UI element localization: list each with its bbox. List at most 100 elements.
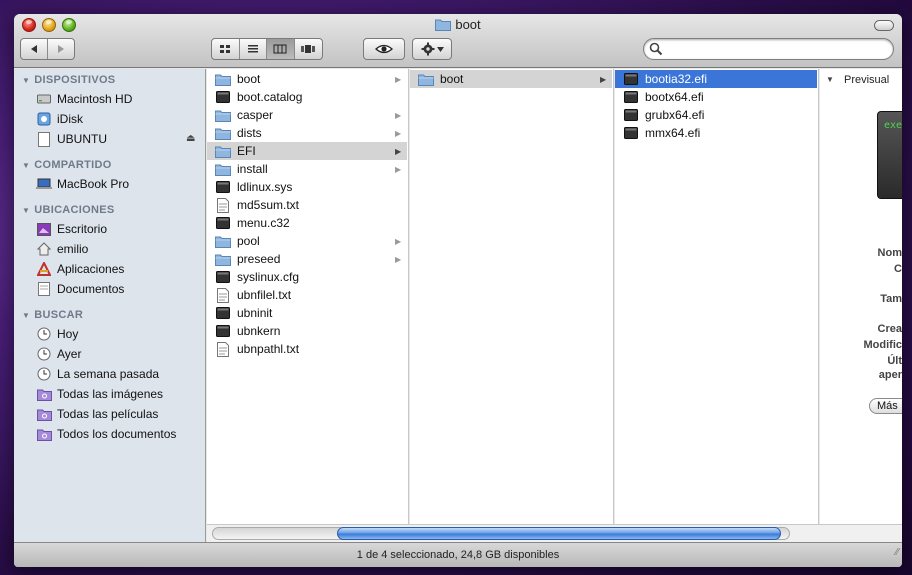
sidebar-item-home[interactable]: emilio	[36, 240, 206, 258]
sidebar-heading-devices[interactable]: ▼ DISPOSITIVOS	[22, 74, 115, 86]
smart-folder-icon	[36, 386, 52, 402]
file-row[interactable]: dists ▶	[207, 124, 407, 142]
eject-icon[interactable]: ⏏	[186, 133, 195, 144]
folder-icon	[215, 251, 231, 267]
sidebar-item-today[interactable]: Hoy	[36, 325, 206, 343]
back-button[interactable]	[21, 39, 48, 59]
forward-button[interactable]	[48, 39, 74, 59]
nav-buttons	[20, 38, 75, 60]
file-row[interactable]: syslinux.cfg	[207, 268, 407, 286]
file-name: ubnfilel.txt	[237, 288, 292, 302]
status-bar: 1 de 4 seleccionado, 24,8 GB disponibles…	[14, 542, 902, 567]
search-icon	[649, 42, 663, 56]
info-label-opened: aper	[878, 369, 902, 381]
quicklook-button-wrap	[363, 38, 405, 60]
chevron-down-icon	[436, 46, 444, 52]
sidebar-item-yesterday[interactable]: Ayer	[36, 345, 206, 363]
search-input[interactable]	[666, 41, 886, 57]
disclosure-arrow-icon: ▶	[395, 74, 402, 84]
sidebar-heading-places[interactable]: ▼ UBICACIONES	[22, 204, 115, 216]
forward-arrow-icon	[57, 45, 64, 53]
sidebar-heading-shared[interactable]: ▼ COMPARTIDO	[22, 159, 112, 171]
icon-view-button[interactable]	[212, 39, 240, 59]
sidebar-item-desktop[interactable]: Escritorio	[36, 220, 206, 238]
file-icon	[215, 305, 231, 321]
resize-grip-icon[interactable]: ⁄⁄	[896, 541, 899, 565]
disclosure-arrow-icon: ▶	[600, 74, 607, 84]
file-row[interactable]: menu.c32	[207, 214, 407, 232]
clock-icon	[36, 326, 52, 342]
more-info-button[interactable]: Más	[869, 398, 902, 414]
file-name: ldlinux.sys	[237, 180, 293, 194]
column-1: boot ▶ boot.catalog casper ▶ dists ▶ EFI ▶ instal…	[207, 69, 409, 542]
disclosure-arrow-icon: ▶	[395, 128, 402, 138]
file-name: syslinux.cfg	[237, 270, 300, 284]
status-text: 1 de 4 seleccionado, 24,8 GB disponibles	[356, 549, 560, 561]
text-file-icon	[215, 197, 231, 213]
info-label-modified: Modific	[863, 339, 903, 351]
column-view-icon	[273, 44, 287, 54]
file-name: install	[237, 162, 268, 176]
folder-icon	[435, 18, 452, 34]
file-row[interactable]: EFI ▶	[207, 142, 407, 160]
preview-pane: ▼ Previsual exe Nom C Tam Crea Modific Ú…	[820, 69, 902, 542]
file-row[interactable]: casper ▶	[207, 106, 407, 124]
sidebar-item-last-week[interactable]: La semana pasada	[36, 365, 206, 383]
coverflow-view-button[interactable]	[295, 39, 322, 59]
eye-icon	[375, 44, 393, 54]
volume-icon	[36, 131, 52, 147]
sidebar-item-all-movies[interactable]: Todas las películas	[36, 405, 206, 423]
file-row[interactable]: mmx64.efi	[615, 124, 817, 142]
text-file-icon	[215, 341, 231, 357]
file-row[interactable]: ubnkern	[207, 322, 407, 340]
sidebar-item-macintosh-hd[interactable]: Macintosh HD	[36, 90, 206, 108]
preview-heading: Previsual	[844, 74, 890, 86]
column-view-button[interactable]	[267, 39, 295, 59]
file-name: grubx64.efi	[645, 108, 705, 122]
file-row[interactable]: ldlinux.sys	[207, 178, 407, 196]
scroll-thumb[interactable]	[337, 527, 781, 540]
sidebar-item-macbook-pro[interactable]: MacBook Pro	[36, 175, 206, 193]
file-row[interactable]: boot.catalog	[207, 88, 407, 106]
file-row[interactable]: ubninit	[207, 304, 407, 322]
sidebar-heading-search[interactable]: ▼ BUSCAR	[22, 309, 83, 321]
file-row[interactable]: ubnpathl.txt	[207, 340, 407, 358]
disclosure-triangle-icon[interactable]: ▼	[826, 75, 834, 84]
sidebar-item-idisk[interactable]: iDisk	[36, 110, 206, 128]
action-menu-button[interactable]	[413, 39, 451, 59]
sidebar-item-all-images[interactable]: Todas las imágenes	[36, 385, 206, 403]
file-name: ubnkern	[237, 324, 281, 338]
sidebar-item-all-documents[interactable]: Todos los documentos	[36, 425, 206, 443]
file-name: ubnpathl.txt	[237, 342, 300, 356]
file-name: bootx64.efi	[645, 90, 704, 104]
file-row[interactable]: grubx64.efi	[615, 106, 817, 124]
file-row[interactable]: boot ▶	[207, 70, 407, 88]
search-field[interactable]	[643, 38, 894, 60]
file-icon	[623, 107, 639, 123]
sidebar-item-documents[interactable]: Documentos	[36, 280, 206, 298]
file-icon	[215, 89, 231, 105]
file-row[interactable]: install ▶	[207, 160, 407, 178]
sidebar-item-applications[interactable]: Aplicaciones	[36, 260, 206, 278]
icon-view-icon	[220, 45, 231, 53]
folder-icon	[418, 71, 434, 87]
file-name: bootia32.efi	[645, 72, 708, 86]
horizontal-scrollbar[interactable]	[207, 524, 902, 542]
file-icon	[215, 179, 231, 195]
sidebar-item-ubuntu[interactable]: UBUNTU ⏏	[36, 130, 206, 148]
list-view-button[interactable]	[240, 39, 267, 59]
toolbar-toggle-button[interactable]	[874, 20, 894, 31]
file-row[interactable]: boot ▶	[410, 70, 612, 88]
file-name: preseed	[237, 252, 281, 266]
file-name: ubninit	[237, 306, 273, 320]
info-label-kind: C	[894, 263, 902, 275]
clock-icon	[36, 366, 52, 382]
file-name: md5sum.txt	[237, 198, 300, 212]
file-row[interactable]: bootx64.efi	[615, 88, 817, 106]
file-row[interactable]: pool ▶	[207, 232, 407, 250]
quicklook-button[interactable]	[364, 39, 404, 59]
file-row[interactable]: bootia32.efi	[615, 70, 817, 88]
file-row[interactable]: preseed ▶	[207, 250, 407, 268]
file-row[interactable]: md5sum.txt	[207, 196, 407, 214]
file-row[interactable]: ubnfilel.txt	[207, 286, 407, 304]
